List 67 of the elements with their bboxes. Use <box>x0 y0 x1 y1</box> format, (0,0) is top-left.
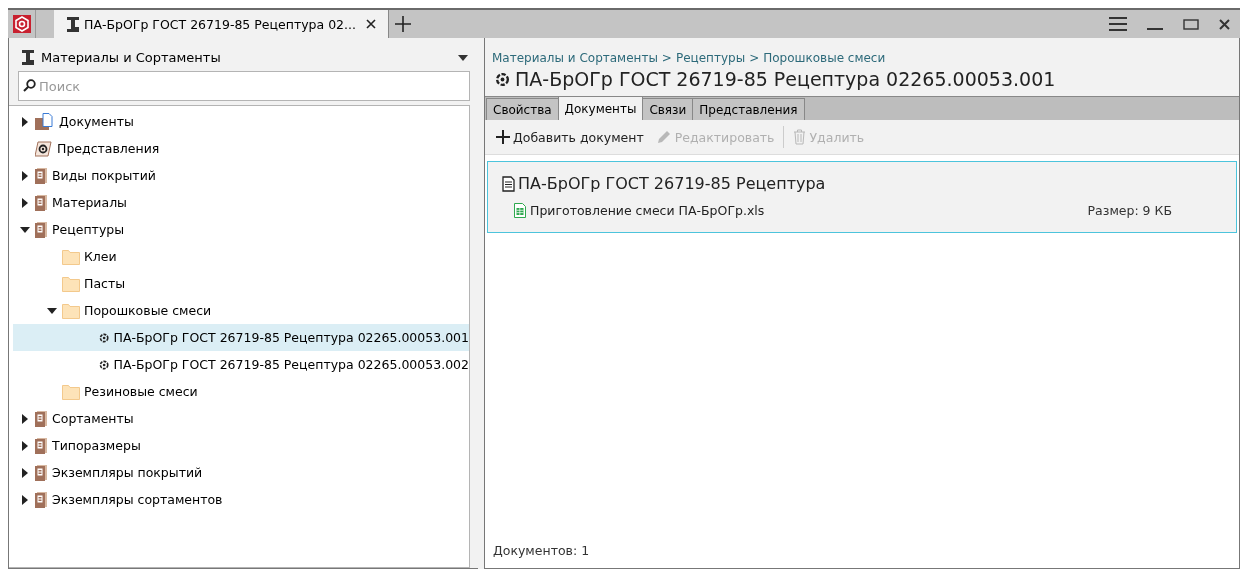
file-size: Размер: 9 КБ <box>1087 203 1172 218</box>
file-link[interactable]: Приготовление смеси ПА-БрОГр.xls <box>530 203 765 218</box>
tab[interactable]: Представления <box>692 98 805 120</box>
expand-arrow-icon[interactable] <box>20 116 30 127</box>
spreadsheet-icon <box>514 203 526 218</box>
tree-item[interactable]: Представления <box>13 135 469 162</box>
tree-item[interactable]: Клеи <box>13 243 469 270</box>
dropdown-caret-icon[interactable] <box>458 54 468 61</box>
tree-item[interactable]: ПА-БрОГр ГОСТ 26719-85 Рецептура 02265.00053.002 <box>13 351 469 378</box>
breadcrumb-link[interactable]: Порошковые смеси <box>763 51 886 65</box>
breadcrumb-link[interactable]: Рецептуры <box>675 51 746 65</box>
folder-icon <box>62 275 80 292</box>
tree-item[interactable]: Порошковые смеси <box>13 297 469 324</box>
book-icon <box>35 491 48 508</box>
tab[interactable]: Свойства <box>486 98 559 120</box>
toolbar-button[interactable]: Добавить документ <box>493 129 647 145</box>
library-title: Материалы и Сортаменты <box>41 50 222 65</box>
documents-folder-icon <box>35 113 55 130</box>
pencil-icon <box>655 129 672 145</box>
page-title: ПА-БрОГр ГОСТ 26719-85 Рецептура 02265.00053.001 <box>515 68 1056 90</box>
breadcrumb-separator: > <box>749 51 760 65</box>
status-text: Документов: 1 <box>492 543 591 560</box>
tree-item[interactable]: Резиновые смеси <box>13 378 469 405</box>
breadcrumb-separator: > <box>661 51 672 65</box>
search-icon <box>23 79 36 92</box>
collapse-arrow-icon[interactable] <box>20 224 30 235</box>
ingot-icon <box>21 50 35 65</box>
document-title: ПА-БрОГр ГОСТ 26719-85 Рецептура <box>518 174 826 193</box>
tree-item[interactable]: Виды покрытий <box>13 162 469 189</box>
expand-arrow-icon[interactable] <box>20 413 30 424</box>
document-card[interactable]: ПА-БрОГр ГОСТ 26719-85 Рецептура Приготовление смеси ПА-БрОГр.xls Размер: 9 КБ <box>487 161 1237 233</box>
expand-arrow-icon[interactable] <box>20 170 30 181</box>
tree-item[interactable]: Экземпляры сортаментов <box>13 486 469 513</box>
tree-item[interactable]: Документы <box>13 108 469 135</box>
plus-icon <box>496 130 510 144</box>
book-icon <box>35 437 48 454</box>
tree-item[interactable]: Рецептуры <box>13 216 469 243</box>
views-icon <box>35 140 53 157</box>
book-icon <box>35 464 48 481</box>
folder-icon <box>62 383 80 400</box>
gear-icon <box>495 71 510 87</box>
collapse-arrow-icon[interactable] <box>47 305 57 316</box>
ingot-icon <box>66 16 80 32</box>
folder-icon <box>62 248 80 265</box>
trash-icon <box>793 129 807 145</box>
book-icon <box>35 194 48 211</box>
tree-item[interactable]: Материалы <box>13 189 469 216</box>
app-logo-icon[interactable] <box>12 15 31 33</box>
tree-item[interactable]: Сортаменты <box>13 405 469 432</box>
tab[interactable]: Связи <box>642 98 694 120</box>
search-field[interactable]: Поиск <box>18 71 470 101</box>
expand-arrow-icon[interactable] <box>20 494 30 505</box>
tab[interactable]: Документы <box>557 96 644 120</box>
window-tab[interactable]: ПА-БрОГр ГОСТ 26719-85 Рецептура 02... <box>54 10 389 38</box>
tree-item[interactable]: Пасты <box>13 270 469 297</box>
document-icon <box>502 175 515 192</box>
expand-arrow-icon[interactable] <box>20 440 30 451</box>
tree-item[interactable]: Экземпляры покрытий <box>13 459 469 486</box>
book-icon <box>35 410 48 427</box>
tree-item[interactable]: Типоразмеры <box>13 432 469 459</box>
expand-arrow-icon[interactable] <box>20 197 30 208</box>
folder-icon <box>62 302 80 319</box>
tree-item[interactable]: ПА-БрОГр ГОСТ 26719-85 Рецептура 02265.00053.001 <box>13 324 469 351</box>
breadcrumb-link[interactable]: Материалы и Сортаменты <box>492 51 658 65</box>
book-icon <box>35 167 48 184</box>
expand-arrow-icon[interactable] <box>20 467 30 478</box>
book-icon <box>35 221 48 238</box>
